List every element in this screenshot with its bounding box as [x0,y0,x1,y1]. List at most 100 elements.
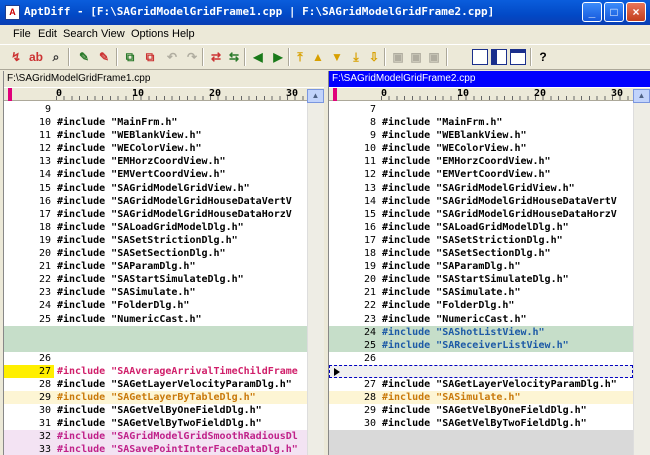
redo-icon[interactable]: ↷ [184,49,200,65]
code-line[interactable]: 20 #include "SAStartSimulateDlg.h" [329,273,633,286]
save-right-icon[interactable]: ▣ [408,49,424,65]
code-line[interactable]: 8 #include "MainFrm.h" [329,116,633,129]
undo-icon[interactable]: ↶ [164,49,180,65]
right-vertical-scrollbar[interactable] [633,103,650,455]
last-diff-icon[interactable]: ⤓ [348,49,364,65]
scroll-up-button[interactable]: ▲ [633,89,650,103]
code-line[interactable]: 32 #include "SAGridModelGridSmoothRadious… [4,430,307,444]
code-line[interactable]: 11 #include "WEBlankView.h" [4,129,307,142]
menu-edit[interactable]: Edit [38,28,57,40]
menu-options[interactable]: Options [131,28,169,40]
recompare-icon[interactable]: ab [28,49,44,65]
code-line[interactable]: 13 #include "SAGridModelGridView.h" [329,182,633,195]
code-line[interactable]: 31 #include "SAGetVelByTwoFieldDlg.h" [4,417,307,430]
code-line[interactable]: 25 #include "SAReceiverListView.h" [329,338,633,352]
code-line[interactable]: 12 #include "EMVertCoordView.h" [329,168,633,181]
code-line[interactable]: 29 #include "SAGetVelByOneFieldDlg.h" [329,404,633,417]
edit-left-icon[interactable]: ✎ [76,49,92,65]
code-line[interactable]: 9 #include "WEBlankView.h" [329,129,633,142]
code-line[interactable]: 28 #include "SASimulate.h" [329,391,633,405]
close-button[interactable]: × [626,2,646,22]
next-diff-alt-icon[interactable]: ⇩ [366,49,382,65]
code-line[interactable] [329,364,633,378]
code-line[interactable] [329,430,633,444]
menu-help[interactable]: Help [172,28,195,40]
code-line[interactable]: 10 #include "WEColorView.h" [329,142,633,155]
find-icon[interactable]: ⌕ [48,49,64,65]
code-line[interactable]: 21 #include "SASimulate.h" [329,286,633,299]
code-line[interactable]: 21 #include "SAParamDlg.h" [4,260,307,273]
code-line[interactable]: 15 #include "SAGridModelGridView.h" [4,182,307,195]
code-line[interactable] [4,325,307,339]
copy-right-icon[interactable]: ⧉ [142,49,158,65]
code-line[interactable]: 23 #include "NumericCast.h" [329,313,633,326]
menu-search[interactable]: Search [63,28,98,40]
layout-both-icon[interactable] [510,49,526,65]
code-line[interactable]: 27 #include "SAAverageArrivalTimeChildFra… [4,364,307,378]
left-vertical-scrollbar[interactable] [307,103,324,455]
code-line[interactable]: 24 #include "FolderDlg.h" [4,299,307,312]
code-line[interactable]: 19 #include "SASetStrictionDlg.h" [4,234,307,247]
code-line[interactable]: 27 #include "SAGetLayerVelocityParamDlg.h… [329,378,633,391]
next-diff-icon[interactable]: ▼ [329,49,345,65]
code-line[interactable]: 30 #include "SAGetVelByOneFieldDlg.h" [4,404,307,417]
scroll-up-button[interactable]: ▲ [307,89,324,103]
save-left-icon[interactable]: ▣ [390,49,406,65]
left-file-pane[interactable]: F:\SAGridModelGridFrame1.cpp 0 10 20 30 … [3,71,324,455]
code-line[interactable]: 28 #include "SAGetLayerVelocityParamDlg.h… [4,378,307,391]
layout-vertical-icon[interactable] [491,49,507,65]
compare-icon[interactable]: ↯ [8,49,24,65]
right-file-pane[interactable]: F:\SAGridModelGridFrame2.cpp 0 10 20 30 … [328,71,650,455]
merge-left-icon[interactable]: ⇄ [208,49,224,65]
left-code-view[interactable]: 9 10 #include "MainFrm.h" 11 #include "WEBla… [4,103,307,455]
code-line[interactable]: 14 #include "SAGridModelGridHouseDataVert… [329,195,633,208]
right-code-view[interactable]: 7 8 #include "MainFrm.h" 9 #include "WEBlank… [329,103,633,455]
code-line[interactable]: 33 #include "SASavePointInterFaceDataDlg.… [4,443,307,455]
code-line[interactable] [4,338,307,352]
help-icon[interactable]: ? [535,49,551,65]
code-line[interactable]: 16 #include "SAGridModelGridHouseDataVert… [4,195,307,208]
layout-horizontal-icon[interactable] [472,49,488,65]
copy-left-icon[interactable]: ⧉ [122,49,138,65]
code-line[interactable]: 30 #include "SAGetVelByTwoFieldDlg.h" [329,417,633,430]
first-diff-icon[interactable]: ⤒ [292,49,308,65]
code-line[interactable]: 25 #include "NumericCast.h" [4,313,307,326]
merge-right-icon[interactable]: ⇆ [226,49,242,65]
line-number: 14 [363,195,376,207]
code-line[interactable]: 24 #include "SAShotListView.h" [329,325,633,339]
prev-icon[interactable]: ◀ [250,49,266,65]
edit-right-icon[interactable]: ✎ [96,49,112,65]
minimize-button[interactable]: _ [582,2,602,22]
menu-file[interactable]: File [13,28,31,40]
save-all-icon[interactable]: ▣ [426,49,442,65]
line-number: 22 [363,300,376,312]
code-line[interactable]: 22 #include "FolderDlg.h" [329,299,633,312]
code-line[interactable]: 18 #include "SASetSectionDlg.h" [329,247,633,260]
code-line[interactable]: 12 #include "WEColorView.h" [4,142,307,155]
code-line[interactable]: 16 #include "SALoadGridModelDlg.h" [329,221,633,234]
code-line[interactable]: 7 [329,103,633,116]
code-line[interactable]: 23 #include "SASimulate.h" [4,286,307,299]
code-line[interactable] [329,443,633,455]
menu-view[interactable]: View [101,28,125,40]
code-line[interactable]: 29 #include "SAGetLayerByTableDlg.h" [4,391,307,405]
code-line[interactable]: 22 #include "SAStartSimulateDlg.h" [4,273,307,286]
maximize-button[interactable]: □ [604,2,624,22]
code-line[interactable]: 20 #include "SASetSectionDlg.h" [4,247,307,260]
next-icon[interactable]: ▶ [270,49,286,65]
code-line[interactable]: 11 #include "EMHorzCoordView.h" [329,155,633,168]
code-line[interactable]: 18 #include "SALoadGridModelDlg.h" [4,221,307,234]
code-line[interactable]: 14 #include "EMVertCoordView.h" [4,168,307,181]
code-line[interactable]: 17 #include "SAGridModelGridHouseDataHorz… [4,208,307,221]
code-line[interactable]: 17 #include "SASetStrictionDlg.h" [329,234,633,247]
prev-diff-icon[interactable]: ▲ [310,49,326,65]
line-text: #include "SASetSectionDlg.h" [382,248,551,260]
code-line[interactable]: 13 #include "EMHorzCoordView.h" [4,155,307,168]
code-line[interactable]: 15 #include "SAGridModelGridHouseDataHorz… [329,208,633,221]
code-line[interactable]: 10 #include "MainFrm.h" [4,116,307,129]
code-line[interactable]: 19 #include "SAParamDlg.h" [329,260,633,273]
code-line[interactable]: 26 [4,352,307,365]
code-line[interactable]: 9 [4,103,307,116]
code-line[interactable]: 26 [329,352,633,365]
app-icon[interactable]: A [5,5,20,20]
